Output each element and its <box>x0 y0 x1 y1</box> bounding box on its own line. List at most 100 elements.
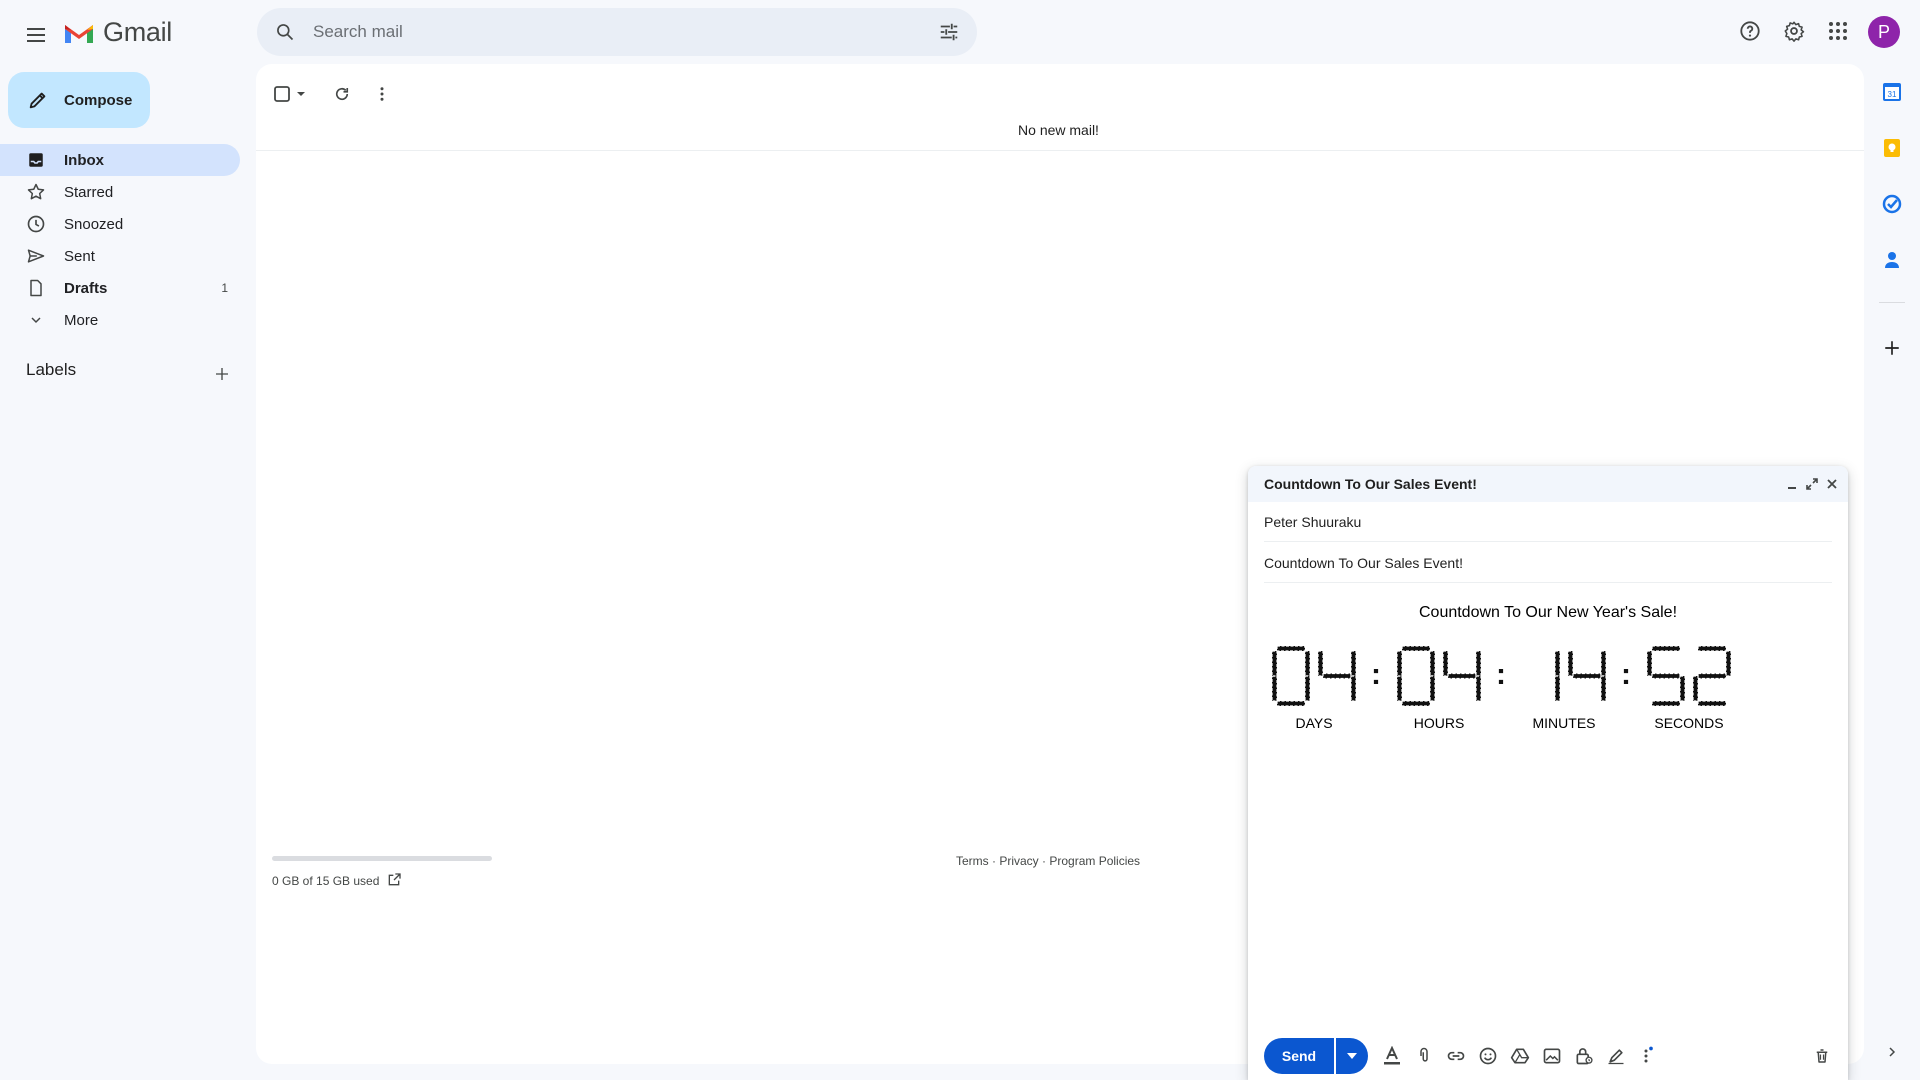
tasks-icon <box>1882 194 1902 214</box>
more-vert-icon <box>380 87 384 101</box>
sidebar-item-label: Inbox <box>64 151 104 169</box>
close-icon[interactable] <box>1822 474 1842 494</box>
get-addons-button[interactable] <box>1876 332 1908 364</box>
countdown-unit-label: MINUTES <box>1533 715 1596 731</box>
send-icon <box>24 244 48 268</box>
chevron-right-icon[interactable] <box>1880 1040 1904 1064</box>
drive-icon[interactable] <box>1508 1044 1532 1068</box>
compose-button[interactable]: Compose <box>8 72 150 128</box>
confidential-mode-icon[interactable] <box>1572 1044 1596 1068</box>
calendar-app-button[interactable]: 31 <box>1876 76 1908 108</box>
search-input[interactable] <box>313 18 873 46</box>
signature-icon[interactable] <box>1604 1044 1628 1068</box>
search-options-icon[interactable] <box>929 12 969 52</box>
caret-down-icon <box>1347 1053 1357 1059</box>
countdown-digit <box>1692 645 1732 707</box>
terms-link[interactable]: Terms <box>956 854 989 868</box>
labels-heading: Labels <box>26 360 77 379</box>
footer-separator: · <box>1038 854 1050 868</box>
help-icon <box>1740 21 1760 41</box>
compose-window: Countdown To Our Sales Event! Peter Shuu… <box>1248 466 1848 1080</box>
emoji-icon[interactable] <box>1476 1044 1500 1068</box>
divider <box>256 150 1864 151</box>
countdown-digit <box>1396 645 1436 707</box>
empty-inbox-message: No new mail! <box>1018 122 1099 138</box>
countdown-separator: : <box>1371 658 1381 691</box>
sidebar-item-label: Drafts <box>64 279 108 297</box>
send-button[interactable]: Send <box>1264 1038 1334 1074</box>
search-bar[interactable] <box>257 8 977 56</box>
open-in-new-icon[interactable] <box>384 870 404 890</box>
fullscreen-icon[interactable] <box>1802 474 1822 494</box>
search-icon[interactable] <box>265 12 305 52</box>
sidebar-item-starred[interactable]: Starred <box>0 176 240 208</box>
privacy-link[interactable]: Privacy <box>999 854 1038 868</box>
google-apps-button[interactable] <box>1818 11 1858 51</box>
message-body[interactable]: Countdown To Our New Year's Sale! DAYS: H… <box>1264 586 1832 996</box>
account-avatar[interactable]: P <box>1868 16 1900 48</box>
compose-header[interactable]: Countdown To Our Sales Event! <box>1248 466 1848 502</box>
sidebar-item-label: Starred <box>64 183 114 201</box>
refresh-button[interactable] <box>322 74 362 114</box>
more-options-button[interactable] <box>362 74 402 114</box>
sidebar-item-sent[interactable]: Sent <box>0 240 240 272</box>
svg-text:31: 31 <box>1888 90 1897 99</box>
countdown-digit <box>1317 650 1357 702</box>
sidebar-item-more[interactable]: More <box>0 304 240 336</box>
storage-meter <box>272 856 492 861</box>
discard-draft-icon[interactable] <box>1810 1044 1834 1068</box>
tasks-app-button[interactable] <box>1876 188 1908 220</box>
footer-separator: · <box>988 854 1000 868</box>
plus-icon <box>1885 341 1899 355</box>
draft-icon <box>24 276 48 300</box>
sidebar-item-inbox[interactable]: Inbox <box>0 144 240 176</box>
countdown-separator: : <box>1621 658 1631 691</box>
countdown-timer: DAYS: HOURS: MINUTES: SECONDS <box>1271 645 1732 731</box>
hamburger-menu-icon <box>27 28 45 42</box>
subject-field[interactable]: Countdown To Our Sales Event! <box>1264 543 1832 583</box>
inbox-icon <box>24 148 48 172</box>
insert-link-icon[interactable] <box>1444 1044 1468 1068</box>
countdown-unit-label: HOURS <box>1414 715 1465 731</box>
keep-app-button[interactable] <box>1876 132 1908 164</box>
contacts-app-button[interactable] <box>1876 244 1908 276</box>
select-all-checkbox[interactable] <box>270 74 310 114</box>
countdown-digit <box>1567 650 1607 702</box>
compose-title: Countdown To Our Sales Event! <box>1264 476 1477 492</box>
sidebar-item-label: More <box>64 311 99 329</box>
sidebar-item-drafts[interactable]: Drafts 1 <box>0 272 240 304</box>
create-label-button[interactable] <box>206 358 238 390</box>
plus-icon <box>216 368 228 380</box>
help-button[interactable] <box>1730 11 1770 51</box>
drafts-count: 1 <box>221 281 228 295</box>
refresh-icon <box>335 87 349 101</box>
recipients-field[interactable]: Peter Shuuraku <box>1264 502 1832 542</box>
formatting-options-icon[interactable] <box>1380 1044 1404 1068</box>
program-policies-link[interactable]: Program Policies <box>1049 854 1140 868</box>
insert-photo-icon[interactable] <box>1540 1044 1564 1068</box>
footer-links: Terms · Privacy · Program Policies <box>956 854 1140 868</box>
send-options-button[interactable] <box>1336 1038 1368 1074</box>
storage-usage-text: 0 GB of 15 GB used <box>272 874 380 888</box>
apps-grid-icon <box>1829 22 1847 40</box>
gmail-m-icon <box>65 24 93 43</box>
countdown-digit <box>1271 645 1311 707</box>
keep-icon <box>1884 139 1900 157</box>
minimize-icon[interactable] <box>1782 474 1802 494</box>
clock-icon <box>24 212 48 236</box>
countdown-digit <box>1554 650 1561 702</box>
sidebar-item-label: Snoozed <box>64 215 124 233</box>
countdown-unit-label: DAYS <box>1295 715 1332 731</box>
main-menu-button[interactable] <box>12 11 60 59</box>
countdown-digit <box>1442 650 1482 702</box>
more-options-icon[interactable] <box>1634 1044 1658 1068</box>
checkbox-dropdown-icon <box>274 86 305 102</box>
attach-file-icon[interactable] <box>1412 1044 1436 1068</box>
sidebar-item-snoozed[interactable]: Snoozed <box>0 208 240 240</box>
compose-label: Compose <box>64 91 133 109</box>
countdown-unit-label: SECONDS <box>1654 715 1723 731</box>
compose-toolbar: Send <box>1248 1026 1848 1080</box>
gmail-logo[interactable]: Gmail <box>63 17 172 48</box>
settings-button[interactable] <box>1774 11 1814 51</box>
calendar-icon: 31 <box>1883 83 1901 101</box>
